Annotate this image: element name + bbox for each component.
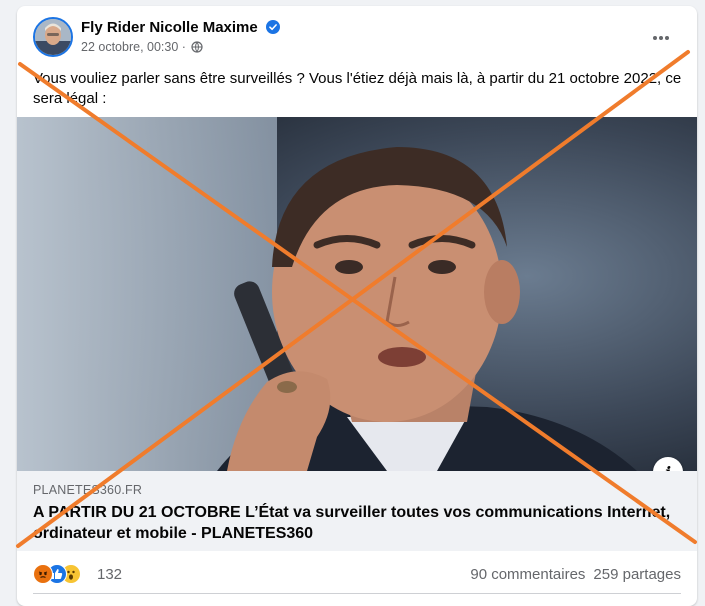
post-card: Fly Rider Nicolle Maxime 22 octobre, 00:… [17,6,697,606]
shares-count[interactable]: 259 partages [593,566,681,583]
post-header: Fly Rider Nicolle Maxime 22 octobre, 00:… [17,6,697,66]
reaction-count[interactable]: 132 [97,566,122,583]
post-text: Vous vouliez parler sans être surveillés… [33,70,682,107]
post-meta: 22 octobre, 00:30 · [81,40,204,54]
post-timestamp[interactable]: 22 octobre, 00:30 · [81,40,186,54]
more-options-icon [653,36,669,40]
avatar-image [35,19,71,55]
divider [33,593,681,594]
avatar[interactable] [33,17,73,57]
author-name[interactable]: Fly Rider Nicolle Maxime [81,19,280,36]
link-image[interactable]: i [17,117,697,471]
verified-badge-icon [265,20,280,34]
globe-icon[interactable] [191,41,204,53]
comments-count[interactable]: 90 commentaires [470,566,585,583]
reaction-icons[interactable] [33,564,93,584]
angry-icon [33,564,53,584]
link-preview[interactable]: PLANETES360.FR A PARTIR DU 21 OCTOBRE L’… [17,471,697,551]
engagement-stats: 90 commentaires 259 partages [462,566,681,583]
link-photo [17,117,697,471]
link-domain: PLANETES360.FR [33,483,143,497]
more-options-button[interactable] [643,20,679,56]
author-name-text: Fly Rider Nicolle Maxime [81,19,258,36]
reactions-bar: 132 90 commentaires 259 partages [17,551,697,595]
link-title[interactable]: A PARTIR DU 21 OCTOBRE L’État va surveil… [33,502,683,544]
